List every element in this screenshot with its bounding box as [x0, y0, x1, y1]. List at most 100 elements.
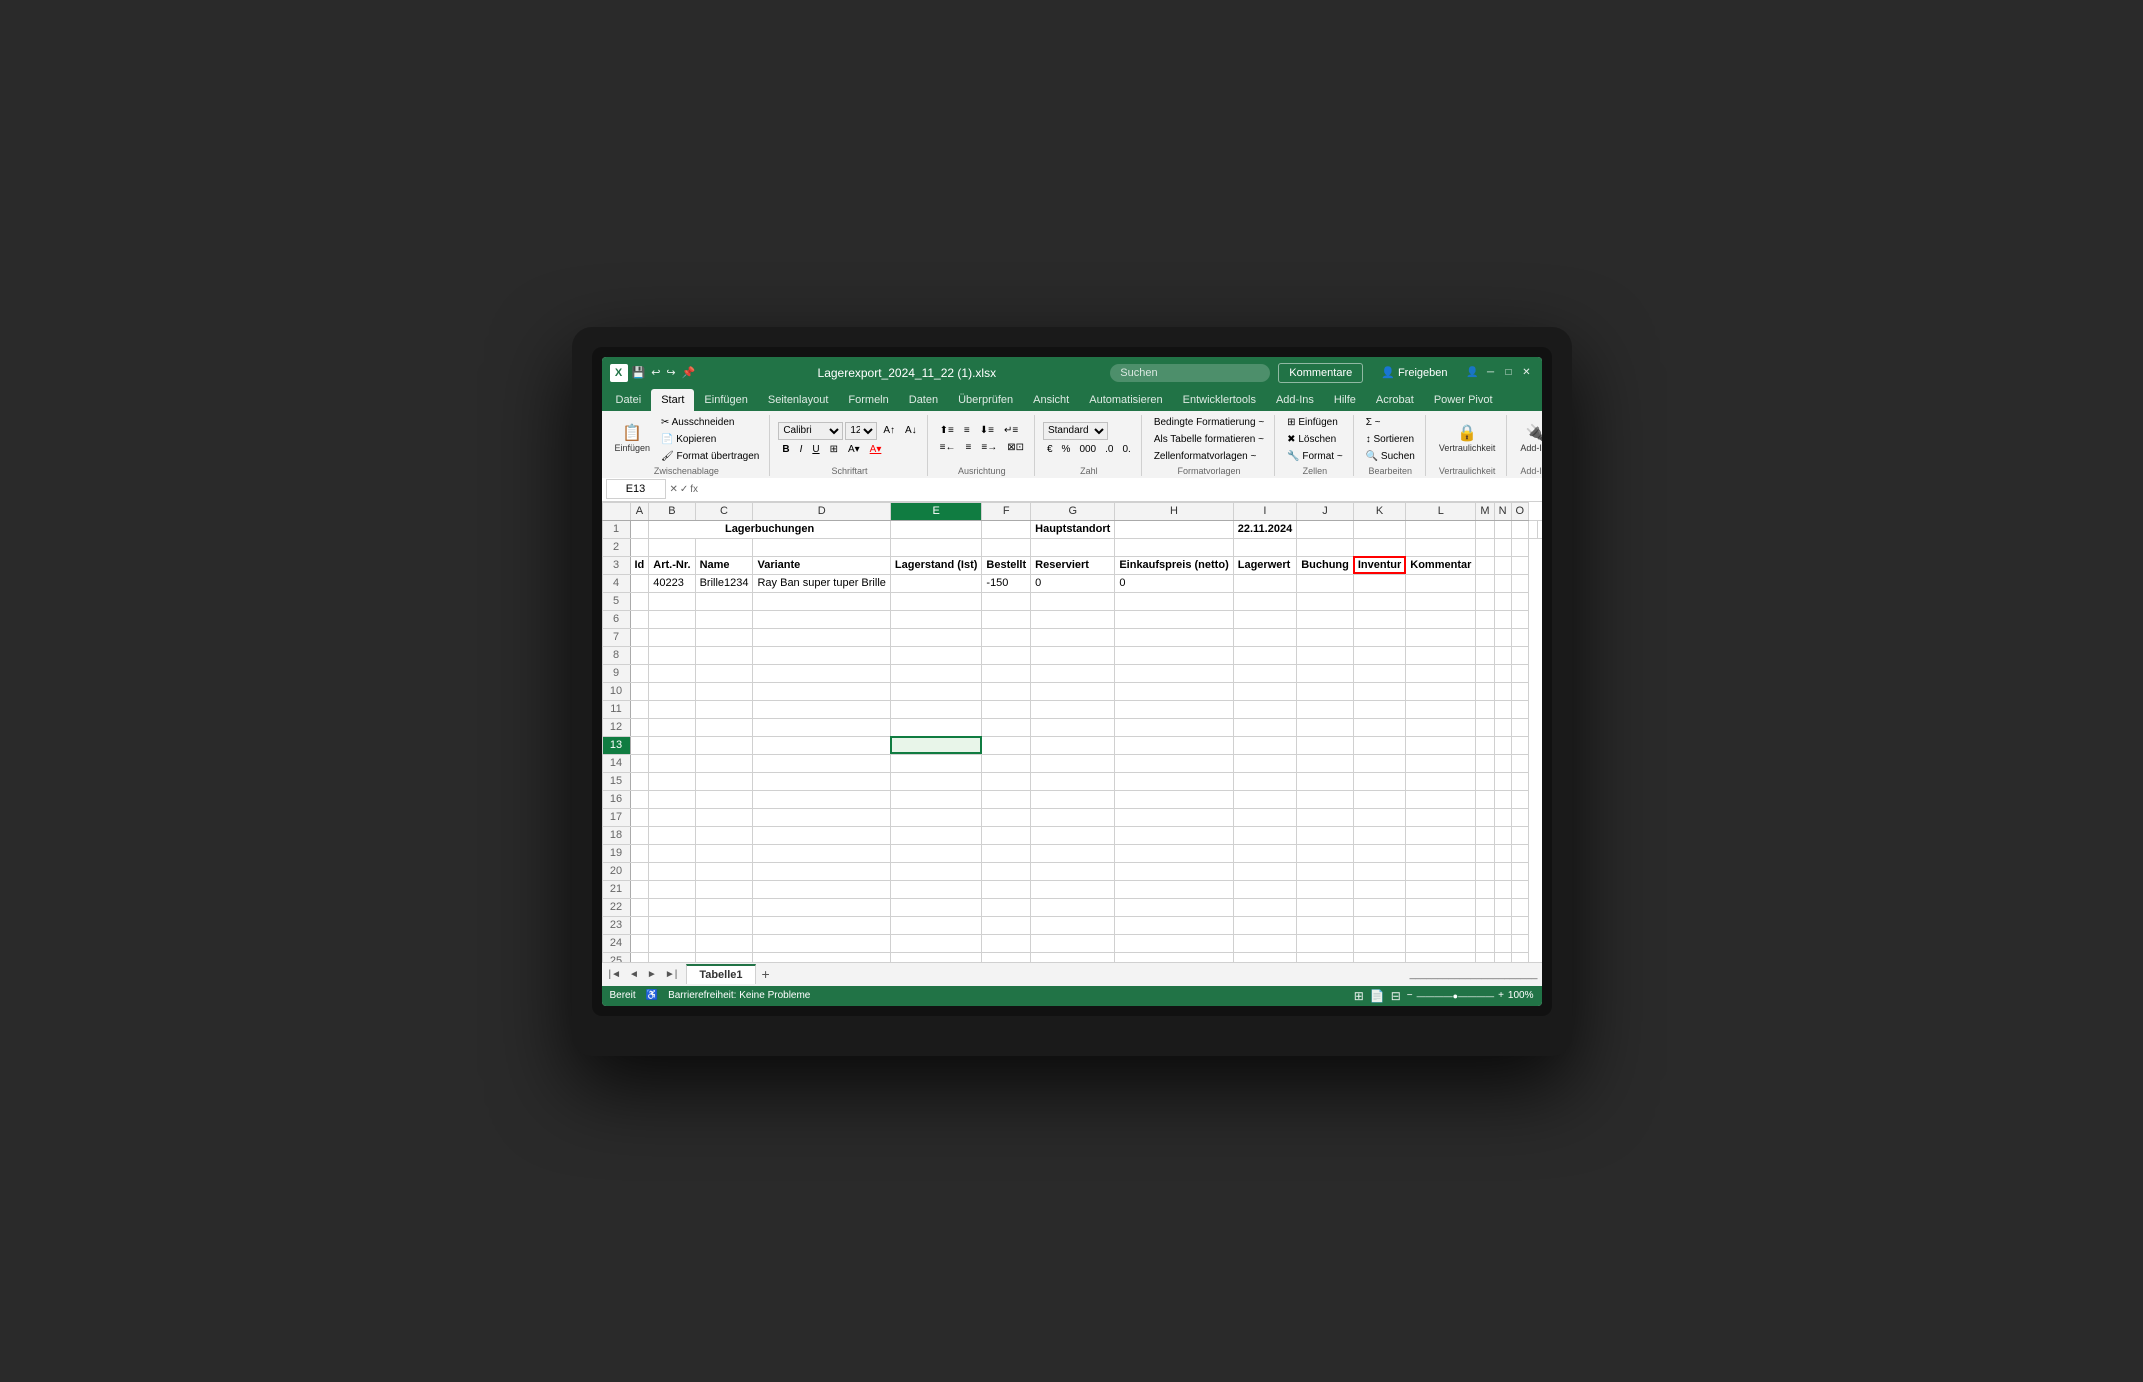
cell-G4[interactable]: 0: [1031, 574, 1115, 592]
cell-I10[interactable]: [1233, 682, 1296, 700]
align-right-button[interactable]: ≡→: [977, 440, 1001, 455]
cell-J7[interactable]: [1297, 628, 1354, 646]
cell-J21[interactable]: [1297, 880, 1354, 898]
cell-H1[interactable]: [1297, 520, 1354, 538]
cell-M13[interactable]: [1476, 736, 1494, 754]
bedingte-formatierung-button[interactable]: Bedingte Formatierung ~: [1150, 415, 1268, 430]
cell-K6[interactable]: [1353, 610, 1405, 628]
col-header-b[interactable]: B: [649, 502, 695, 520]
sheet-nav-last[interactable]: ►|: [662, 967, 681, 982]
cell-J1[interactable]: [1406, 520, 1476, 538]
zellen-einfuegen-button[interactable]: ⊞ Einfügen: [1283, 415, 1347, 430]
cell-I3[interactable]: Lagerwert: [1233, 556, 1296, 574]
cell-M4[interactable]: [1476, 574, 1494, 592]
cell-E12[interactable]: [890, 718, 982, 736]
cell-A21[interactable]: [630, 880, 649, 898]
tab-formeln[interactable]: Formeln: [838, 389, 898, 411]
cell-M7[interactable]: [1476, 628, 1494, 646]
search-input[interactable]: [1110, 364, 1270, 382]
cell-I4[interactable]: [1233, 574, 1296, 592]
row-header-9[interactable]: 9: [602, 664, 630, 682]
cell-L12[interactable]: [1406, 718, 1476, 736]
tab-seitenlayout[interactable]: Seitenlayout: [758, 389, 839, 411]
cell-E14[interactable]: [890, 754, 982, 772]
cell-N22[interactable]: [1494, 898, 1511, 916]
cell-B16[interactable]: [649, 790, 695, 808]
cell-H23[interactable]: [1115, 916, 1233, 934]
cell-K4[interactable]: [1353, 574, 1405, 592]
cell-reference-input[interactable]: [606, 479, 666, 499]
freigeben-button[interactable]: 👤 Freigeben: [1371, 363, 1457, 382]
cell-M25[interactable]: [1476, 952, 1494, 962]
cell-H21[interactable]: [1115, 880, 1233, 898]
cell-G17[interactable]: [1031, 808, 1115, 826]
font-family-select[interactable]: Calibri: [778, 422, 843, 440]
cell-H19[interactable]: [1115, 844, 1233, 862]
cell-E19[interactable]: [890, 844, 982, 862]
cell-D23[interactable]: [753, 916, 890, 934]
cell-K18[interactable]: [1353, 826, 1405, 844]
cell-I18[interactable]: [1233, 826, 1296, 844]
zellen-loeschen-button[interactable]: ✖ Löschen: [1283, 432, 1347, 447]
cell-M10[interactable]: [1476, 682, 1494, 700]
cell-M9[interactable]: [1476, 664, 1494, 682]
row-header-21[interactable]: 21: [602, 880, 630, 898]
cell-O21[interactable]: [1511, 880, 1529, 898]
cell-D25[interactable]: [753, 952, 890, 962]
cell-K3[interactable]: Inventur: [1353, 556, 1405, 574]
cell-N9[interactable]: [1494, 664, 1511, 682]
row-header-11[interactable]: 11: [602, 700, 630, 718]
tab-entwicklertools[interactable]: Entwicklertools: [1173, 389, 1266, 411]
cell-C25[interactable]: [695, 952, 753, 962]
cell-F24[interactable]: [982, 934, 1031, 952]
cell-A5[interactable]: [630, 592, 649, 610]
cell-C11[interactable]: [695, 700, 753, 718]
fill-color-button[interactable]: A▾: [844, 442, 864, 457]
font-size-select[interactable]: 12: [845, 422, 877, 440]
cell-A9[interactable]: [630, 664, 649, 682]
cell-C9[interactable]: [695, 664, 753, 682]
tab-datei[interactable]: Datei: [606, 389, 652, 411]
cell-H15[interactable]: [1115, 772, 1233, 790]
cell-D2[interactable]: [753, 538, 890, 556]
cell-E20[interactable]: [890, 862, 982, 880]
cell-M23[interactable]: [1476, 916, 1494, 934]
cell-K22[interactable]: [1353, 898, 1405, 916]
cell-I23[interactable]: [1233, 916, 1296, 934]
cell-I22[interactable]: [1233, 898, 1296, 916]
cell-D8[interactable]: [753, 646, 890, 664]
col-header-a[interactable]: A: [630, 502, 649, 520]
cell-M1[interactable]: [1511, 520, 1529, 538]
cell-E2[interactable]: [890, 538, 982, 556]
cell-I9[interactable]: [1233, 664, 1296, 682]
cell-E18[interactable]: [890, 826, 982, 844]
cell-B2[interactable]: [649, 538, 695, 556]
cell-L16[interactable]: [1406, 790, 1476, 808]
cell-F25[interactable]: [982, 952, 1031, 962]
cell-O23[interactable]: [1511, 916, 1529, 934]
col-header-i[interactable]: I: [1233, 502, 1296, 520]
col-header-k[interactable]: K: [1353, 502, 1405, 520]
row-header-17[interactable]: 17: [602, 808, 630, 826]
cell-O12[interactable]: [1511, 718, 1529, 736]
normal-view-button[interactable]: ⊞: [1354, 989, 1364, 1003]
row-header-10[interactable]: 10: [602, 682, 630, 700]
cell-C5[interactable]: [695, 592, 753, 610]
cell-F12[interactable]: [982, 718, 1031, 736]
cell-G13[interactable]: [1031, 736, 1115, 754]
sheet-nav-first[interactable]: |◄: [606, 967, 625, 982]
percent-button[interactable]: %: [1058, 442, 1075, 457]
cell-I24[interactable]: [1233, 934, 1296, 952]
cell-E7[interactable]: [890, 628, 982, 646]
cell-N6[interactable]: [1494, 610, 1511, 628]
cell-C8[interactable]: [695, 646, 753, 664]
cell-J23[interactable]: [1297, 916, 1354, 934]
cell-K17[interactable]: [1353, 808, 1405, 826]
copy-button[interactable]: 📄 Kopieren: [657, 432, 763, 447]
row-header-6[interactable]: 6: [602, 610, 630, 628]
cell-M16[interactable]: [1476, 790, 1494, 808]
italic-button[interactable]: I: [796, 442, 807, 457]
cell-H11[interactable]: [1115, 700, 1233, 718]
cell-E25[interactable]: [890, 952, 982, 962]
col-header-n[interactable]: N: [1494, 502, 1511, 520]
